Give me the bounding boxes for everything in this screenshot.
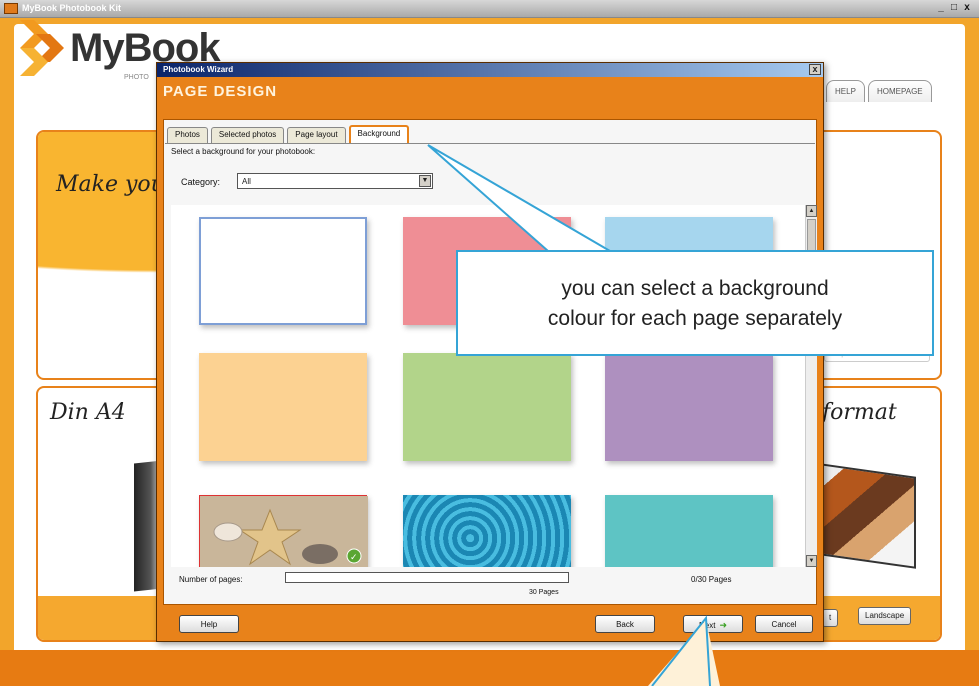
wizard-title: Photobook Wizard — [163, 65, 234, 74]
callout-box: you can select a background colour for e… — [456, 250, 934, 356]
swatch-water[interactable] — [403, 495, 571, 567]
landscape-button[interactable]: Landscape — [858, 607, 912, 625]
callout-text: you can select a background colour for e… — [458, 274, 932, 334]
tab-selected-photos[interactable]: Selected photos — [210, 127, 285, 143]
arrow-right-icon: ➜ — [719, 620, 727, 630]
wizard-titlebar: Photobook Wizard x — [157, 63, 823, 77]
book-landscape-image — [820, 463, 916, 569]
format-button-partial[interactable]: t — [822, 609, 839, 627]
category-label: Category: — [181, 177, 221, 187]
next-label: Next — [699, 621, 716, 630]
swatch-starfish[interactable]: ✓ — [199, 495, 368, 567]
logo-chevrons-icon — [20, 20, 64, 76]
tab-help[interactable]: HELP — [826, 80, 865, 102]
swatch-teal[interactable] — [605, 495, 773, 567]
tab-divider — [165, 143, 815, 144]
tab-background[interactable]: Background — [348, 125, 410, 143]
wizard-close-button[interactable]: x — [809, 64, 821, 75]
minimize-button[interactable]: _ — [935, 2, 947, 14]
swatch-peach[interactable] — [199, 353, 367, 461]
category-value: All — [242, 177, 251, 186]
panel-title-format: format — [822, 400, 897, 425]
back-button[interactable]: Back — [595, 615, 655, 633]
pages-count: 0/30 Pages — [691, 575, 732, 584]
scroll-down-icon[interactable]: ▼ — [806, 555, 817, 567]
wizard-tabs: Photos Selected photos Page layout Backg… — [167, 125, 410, 143]
help-button[interactable]: Help — [179, 615, 239, 633]
callout-line-2: colour for each page separately — [547, 307, 843, 330]
panel-title-make: Make you — [56, 172, 165, 197]
app-title: MyBook Photobook Kit — [22, 3, 121, 13]
swatch-white[interactable] — [199, 217, 367, 325]
swatch-green[interactable] — [403, 353, 571, 461]
pages-label: Number of pages: — [179, 575, 243, 584]
chevron-down-icon[interactable]: ▼ — [419, 175, 431, 187]
pages-progress-bar — [285, 572, 569, 583]
category-select[interactable]: All ▼ — [237, 173, 433, 189]
window-controls: _ □ x — [935, 2, 973, 14]
tab-homepage[interactable]: HOMEPAGE — [868, 80, 932, 102]
cancel-button[interactable]: Cancel — [755, 615, 813, 633]
app-titlebar: MyBook Photobook Kit _ □ x — [0, 0, 979, 18]
maximize-button[interactable]: □ — [948, 2, 960, 14]
next-button[interactable]: Next ➜ — [683, 615, 743, 633]
instruction-text: Select a background for your photobook: — [171, 147, 316, 156]
app-icon — [4, 3, 18, 14]
callout-line-1: you can select a background — [561, 277, 829, 300]
panel-title-din-a4: Din A4 — [50, 400, 126, 425]
close-button[interactable]: x — [961, 2, 973, 14]
logo-subtitle: PHOTO — [124, 74, 149, 81]
scroll-up-icon[interactable]: ▲ — [806, 205, 817, 217]
svg-text:✓: ✓ — [350, 553, 358, 563]
tab-page-layout[interactable]: Page layout — [287, 127, 346, 143]
starfish-image: ✓ — [200, 496, 368, 567]
pages-total: 30 Pages — [529, 589, 559, 596]
footer-band — [0, 650, 979, 686]
wizard-header: PAGE DESIGN — [163, 83, 278, 100]
tab-photos[interactable]: Photos — [167, 127, 208, 143]
swatch-purple[interactable] — [605, 353, 773, 461]
